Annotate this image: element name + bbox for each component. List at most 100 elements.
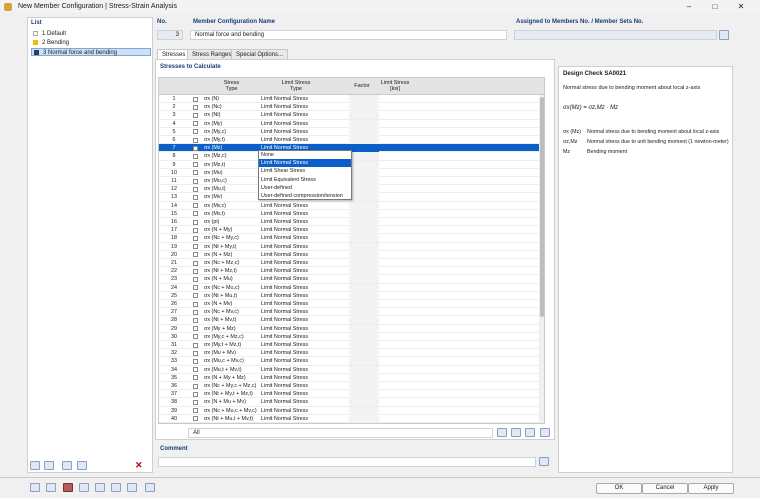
- row-checkbox[interactable]: [193, 219, 198, 225]
- limit-stress-type-cell[interactable]: Limit Normal Stress: [261, 103, 308, 111]
- factor-cell[interactable]: [349, 144, 379, 153]
- minimize-button[interactable]: –: [676, 0, 702, 13]
- factor-cell[interactable]: [349, 177, 379, 185]
- limit-stress-type-cell[interactable]: Limit Normal Stress: [261, 374, 308, 382]
- dropdown-option[interactable]: None: [259, 151, 351, 159]
- row-checkbox[interactable]: [193, 129, 198, 135]
- factor-cell[interactable]: [349, 127, 379, 136]
- factor-cell[interactable]: [349, 226, 379, 235]
- new-item-icon[interactable]: [30, 461, 40, 470]
- list-item-normal-force-bending[interactable]: 3 Normal force and bending: [31, 48, 151, 56]
- filter-select[interactable]: All: [188, 428, 493, 438]
- table-row[interactable]: 30 σx (My,c + Mz,c) Limit Normal Stress: [159, 332, 544, 341]
- table-row[interactable]: 16 σx (pi) Limit Normal Stress: [159, 218, 544, 227]
- row-checkbox[interactable]: [193, 162, 198, 168]
- check-all-icon[interactable]: [62, 461, 72, 470]
- configuration-name-input[interactable]: Normal force and bending: [190, 30, 507, 40]
- factor-cell[interactable]: [349, 406, 379, 415]
- limit-stress-type-cell[interactable]: Limit Normal Stress: [261, 243, 308, 251]
- factor-cell[interactable]: [349, 390, 379, 399]
- table-row[interactable]: 28 σx (Nt + Mv,t) Limit Normal Stress: [159, 316, 544, 325]
- comment-library-icon[interactable]: [539, 457, 549, 466]
- factor-cell[interactable]: [349, 398, 379, 407]
- row-checkbox[interactable]: [193, 96, 198, 102]
- limit-stress-type-dropdown[interactable]: None Limit Normal Stress Limit Shear Stres…: [258, 150, 352, 200]
- filter-icon[interactable]: [497, 428, 507, 437]
- check-selected-icon[interactable]: [511, 428, 521, 437]
- row-checkbox[interactable]: [193, 285, 198, 291]
- table-row[interactable]: 23 σx (N + Mu) Limit Normal Stress: [159, 275, 544, 284]
- row-checkbox[interactable]: [193, 268, 198, 274]
- table-row[interactable]: 11 σx (Mu,c): [159, 177, 544, 186]
- limit-stress-type-cell[interactable]: Limit Normal Stress: [261, 210, 308, 218]
- limit-stress-type-cell[interactable]: Limit Normal Stress: [261, 120, 308, 128]
- factor-cell[interactable]: [349, 152, 379, 161]
- factor-cell[interactable]: [349, 300, 379, 308]
- limit-stress-type-cell[interactable]: Limit Normal Stress: [261, 226, 308, 234]
- table-row[interactable]: 18 σx (Nc + My,c) Limit Normal Stress: [159, 234, 544, 243]
- factor-cell[interactable]: [349, 259, 379, 267]
- scrollbar-thumb[interactable]: [540, 97, 544, 317]
- limit-stress-type-cell[interactable]: Limit Normal Stress: [261, 366, 308, 374]
- list-item-bending[interactable]: 2 Bending: [31, 39, 151, 47]
- row-checkbox[interactable]: [193, 194, 198, 200]
- row-checkbox[interactable]: [193, 112, 198, 118]
- row-checkbox[interactable]: [193, 334, 198, 340]
- factor-cell[interactable]: [349, 103, 379, 112]
- row-checkbox[interactable]: [193, 383, 198, 389]
- assigned-members-input[interactable]: [514, 30, 717, 40]
- table-row[interactable]: 35 σx (N + My + Mz) Limit Normal Stress: [159, 373, 544, 382]
- factor-cell[interactable]: [349, 324, 379, 333]
- uncheck-all-icon[interactable]: [77, 461, 87, 470]
- table-row[interactable]: 40 σx (Nt + Mu,t + Mv,t) Limit Normal Stre…: [159, 414, 544, 423]
- row-checkbox[interactable]: [193, 211, 198, 217]
- factor-cell[interactable]: [349, 275, 379, 284]
- table-row[interactable]: 39 σx (Nc + Mu,c + Mv,c) Limit Normal Stre…: [159, 406, 544, 415]
- list-item-default[interactable]: 1 Default: [31, 30, 151, 38]
- row-checkbox[interactable]: [193, 317, 198, 323]
- table-row[interactable]: 12 σx (Mu,t): [159, 185, 544, 194]
- delete-icon[interactable]: ✕: [135, 461, 145, 470]
- factor-cell[interactable]: [349, 291, 379, 300]
- factor-cell[interactable]: [349, 365, 379, 374]
- row-checkbox[interactable]: [193, 121, 198, 127]
- factor-cell[interactable]: [349, 267, 379, 276]
- factor-cell[interactable]: [349, 382, 379, 390]
- table-icon[interactable]: [111, 483, 121, 492]
- factor-cell[interactable]: [349, 308, 379, 317]
- row-checkbox[interactable]: [193, 416, 198, 422]
- limit-stress-type-cell[interactable]: Limit Normal Stress: [261, 95, 308, 103]
- limit-stress-type-cell[interactable]: Limit Normal Stress: [261, 300, 308, 308]
- table-row[interactable]: 20 σx (N + Mz) Limit Normal Stress: [159, 250, 544, 259]
- row-checkbox[interactable]: [193, 391, 198, 397]
- factor-cell[interactable]: [349, 283, 379, 292]
- cancel-button[interactable]: Cancel: [642, 483, 688, 494]
- limit-stress-type-cell[interactable]: Limit Normal Stress: [261, 202, 308, 210]
- table-row[interactable]: 27 σx (Nc + Mv,c) Limit Normal Stress: [159, 308, 544, 317]
- table-row[interactable]: 14 σx (Mv,c) Limit Normal Stress: [159, 201, 544, 210]
- limit-stress-type-cell[interactable]: Limit Normal Stress: [261, 251, 308, 259]
- table-row[interactable]: 37 σx (Nt + My,t + Mz,t) Limit Normal Stre…: [159, 390, 544, 399]
- table-row[interactable]: 13 σx (Mv): [159, 193, 544, 202]
- limit-stress-type-cell[interactable]: Limit Normal Stress: [261, 275, 308, 283]
- table-row[interactable]: 22 σx (Nt + Mz,t) Limit Normal Stress: [159, 267, 544, 276]
- table-row[interactable]: 33 σx (Mu,c + Mv,c) Limit Normal Stress: [159, 357, 544, 366]
- limit-stress-type-cell[interactable]: Limit Normal Stress: [261, 357, 308, 365]
- limit-stress-type-cell[interactable]: Limit Normal Stress: [261, 341, 308, 349]
- table-row[interactable]: 32 σx (Mu + Mv) Limit Normal Stress: [159, 349, 544, 358]
- limit-stress-type-cell[interactable]: Limit Normal Stress: [261, 136, 308, 144]
- limit-stress-type-cell[interactable]: Limit Normal Stress: [261, 333, 308, 341]
- table-row[interactable]: 29 σx (My + Mz) Limit Normal Stress: [159, 324, 544, 333]
- factor-cell[interactable]: [349, 316, 379, 325]
- limit-stress-type-cell[interactable]: Limit Normal Stress: [261, 234, 308, 242]
- factor-cell[interactable]: [349, 218, 379, 226]
- limit-stress-type-cell[interactable]: Limit Normal Stress: [261, 284, 308, 292]
- search-icon[interactable]: [30, 483, 40, 492]
- ok-button[interactable]: OK: [596, 483, 642, 494]
- table-row[interactable]: 4 σx (My) Limit Normal Stress: [159, 119, 544, 128]
- row-checkbox[interactable]: [193, 358, 198, 364]
- table-row[interactable]: 36 σx (Nc + My,c + Mz,c) Limit Normal Stre…: [159, 382, 544, 391]
- table-row[interactable]: 5 σx (My,c) Limit Normal Stress: [159, 127, 544, 136]
- close-button[interactable]: ✕: [728, 0, 754, 13]
- limit-stress-type-cell[interactable]: Limit Normal Stress: [261, 415, 308, 423]
